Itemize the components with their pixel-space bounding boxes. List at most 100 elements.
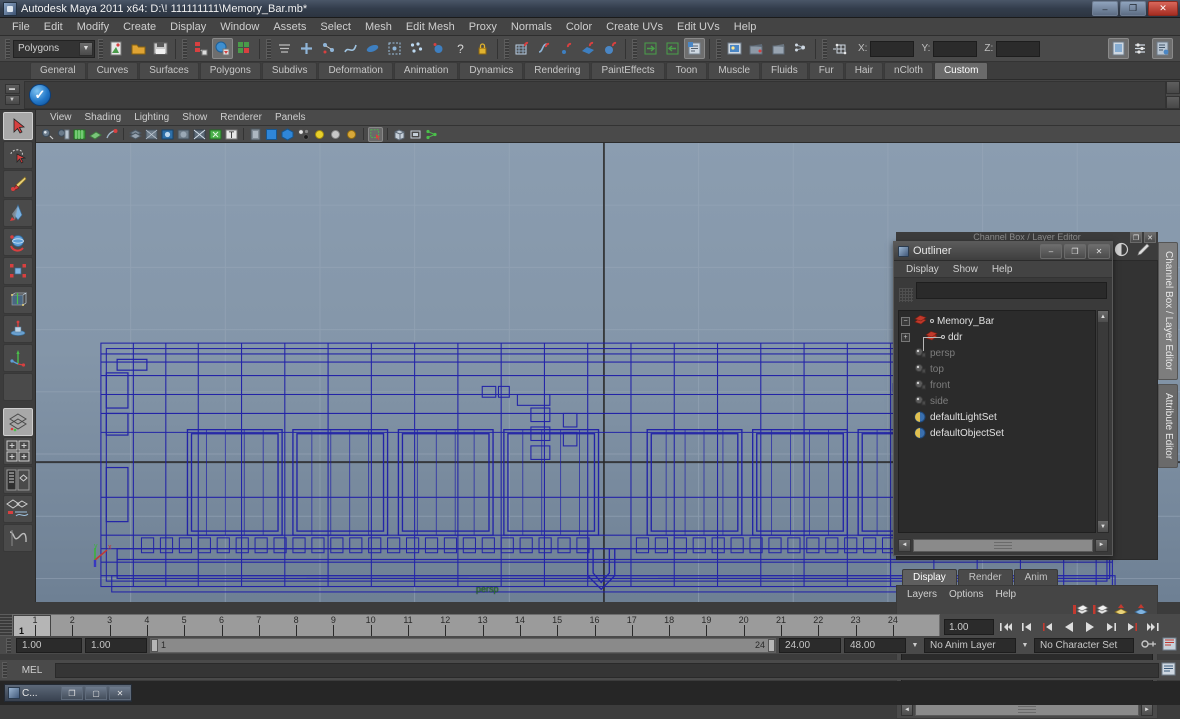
shelf-tab-ncloth[interactable]: nCloth — [884, 62, 933, 79]
taskbar-window-button[interactable]: C... ❐ ▢ ✕ — [4, 684, 132, 702]
save-scene-icon[interactable] — [150, 38, 171, 59]
shelf-scroll-down-icon[interactable]: ▼ — [4, 95, 20, 105]
shelf-tab-toon[interactable]: Toon — [665, 62, 708, 79]
snap-plane-icon[interactable] — [578, 38, 599, 59]
mask-edge-icon[interactable] — [318, 38, 339, 59]
snap-curve-icon[interactable] — [534, 38, 555, 59]
outliner-item-ddr[interactable]: + ddr — [899, 329, 1095, 351]
select-by-hierarchy-icon[interactable] — [190, 38, 211, 59]
construction-history-in-icon[interactable] — [640, 38, 661, 59]
go-to-end-icon[interactable] — [1144, 618, 1162, 636]
smooth-shade-selected-icon[interactable] — [160, 127, 175, 142]
open-scene-icon[interactable] — [128, 38, 149, 59]
menu-item-assets[interactable]: Assets — [266, 19, 313, 35]
mask-handle-icon[interactable] — [384, 38, 405, 59]
bounding-box-icon[interactable] — [392, 127, 407, 142]
universal-manipulator-tool[interactable] — [2, 286, 33, 314]
layer-tab-render[interactable]: Render — [957, 569, 1013, 585]
outliner-search-input[interactable] — [916, 282, 1107, 299]
film-gate-icon[interactable] — [104, 127, 119, 142]
outliner-item-persp[interactable]: persp — [899, 345, 1095, 361]
step-back-frame-icon[interactable] — [1039, 618, 1057, 636]
render-current-frame-icon[interactable] — [746, 38, 767, 59]
snap-grid-icon[interactable] — [512, 38, 533, 59]
step-forward-keyframe-icon[interactable] — [1123, 618, 1141, 636]
ipr-render-icon[interactable] — [768, 38, 789, 59]
chevron-down-icon[interactable]: ▼ — [79, 41, 93, 56]
menu-item-select[interactable]: Select — [313, 19, 358, 35]
toolbar-grip[interactable] — [5, 38, 10, 59]
soft-modification-tool[interactable] — [2, 315, 33, 343]
outliner-hscroll-track[interactable] — [913, 538, 1093, 552]
menu-item-edit-uvs[interactable]: Edit UVs — [670, 19, 727, 35]
shelf-tab-subdivs[interactable]: Subdivs — [261, 62, 318, 79]
outliner-minimize-button[interactable]: – — [1040, 243, 1062, 259]
menu-item-mesh[interactable]: Mesh — [358, 19, 399, 35]
shelf-tab-custom[interactable]: Custom — [933, 62, 989, 79]
channelbox-toggle-icon[interactable] — [1108, 38, 1129, 59]
shelf-tab-dynamics[interactable]: Dynamics — [459, 62, 524, 79]
x-input[interactable] — [870, 40, 915, 57]
shelf-tab-curves[interactable]: Curves — [86, 62, 139, 79]
channel-box-restore-button[interactable]: ❐ — [1130, 232, 1142, 243]
menu-item-edit-mesh[interactable]: Edit Mesh — [399, 19, 462, 35]
show-manipulator-tool[interactable] — [2, 344, 33, 372]
outliner-item-defaultLightSet[interactable]: defaultLightSet — [899, 409, 1095, 425]
auto-key-icon[interactable] — [1141, 637, 1157, 654]
snap-view-icon[interactable] — [600, 38, 621, 59]
expand-icon[interactable]: + — [901, 332, 910, 342]
range-left-handle[interactable] — [151, 638, 158, 652]
all-lights-icon[interactable] — [328, 127, 343, 142]
layer-scroll-track[interactable] — [915, 703, 1139, 716]
viewport-menu-panels[interactable]: Panels — [269, 111, 312, 124]
step-forward-frame-icon[interactable] — [1102, 618, 1120, 636]
render-globals-icon[interactable] — [790, 38, 811, 59]
shelf-scroll-buttons[interactable]: ▬ ▼ — [0, 81, 24, 109]
outliner-scroll-down-icon[interactable]: ▼ — [1098, 521, 1108, 532]
play-forwards-icon[interactable] — [1081, 618, 1099, 636]
select-camera-icon[interactable] — [40, 127, 55, 142]
layer-scroll-right-icon[interactable]: ► — [1141, 703, 1153, 716]
menu-item-modify[interactable]: Modify — [70, 19, 116, 35]
layer-tab-anim[interactable]: Anim — [1013, 569, 1059, 585]
menu-item-help[interactable]: Help — [727, 19, 764, 35]
shelf-tab-hair[interactable]: Hair — [844, 62, 884, 79]
shelf-tab-fluids[interactable]: Fluids — [761, 62, 808, 79]
outliner-tree[interactable]: − Memory_Bar + ddr persp top front side defaultL… — [898, 310, 1096, 533]
mask-uv-icon[interactable] — [362, 38, 383, 59]
character-set-field[interactable]: No Character Set — [1034, 637, 1134, 653]
single-perspective-layout[interactable] — [2, 408, 33, 436]
last-tool-used[interactable] — [2, 373, 33, 401]
shelf-tab-general[interactable]: General — [30, 62, 86, 79]
y-input[interactable] — [933, 40, 978, 57]
outliner-item-front[interactable]: front — [899, 377, 1095, 393]
pencil-icon[interactable] — [1135, 242, 1150, 260]
shelf-scroll-up-icon[interactable]: ▬ — [4, 84, 20, 94]
gray-light-icon[interactable] — [344, 127, 359, 142]
snap-point-icon[interactable] — [556, 38, 577, 59]
xray-joints-icon[interactable] — [296, 127, 311, 142]
z-input[interactable] — [996, 40, 1041, 57]
outliner-scroll-left-icon[interactable]: ◄ — [898, 538, 911, 552]
lock-icon[interactable] — [472, 38, 493, 59]
shelf-tab-painteffects[interactable]: PaintEffects — [591, 62, 665, 79]
paint-select-tool[interactable] — [2, 170, 33, 198]
range-bar[interactable]: 1 24 — [150, 637, 776, 653]
menu-item-normals[interactable]: Normals — [504, 19, 559, 35]
step-back-keyframe-icon[interactable] — [1018, 618, 1036, 636]
outliner-scroll-right-icon[interactable]: ► — [1095, 538, 1108, 552]
tool-settings-toggle-icon[interactable] — [1130, 38, 1151, 59]
isolate-select-icon[interactable] — [368, 126, 383, 142]
select-by-component-icon[interactable] — [234, 38, 255, 59]
menu-item-edit[interactable]: Edit — [37, 19, 70, 35]
render-settings-icon[interactable] — [684, 38, 705, 59]
attribute-editor-toggle-icon[interactable] — [1152, 38, 1173, 59]
toolbar-grip-7[interactable] — [716, 38, 721, 59]
layer-menu-help[interactable]: Help — [989, 588, 1022, 601]
smooth-shade-all-icon[interactable] — [144, 127, 159, 142]
move-tool[interactable] — [2, 199, 33, 227]
rotate-tool[interactable] — [2, 228, 33, 256]
menu-item-proxy[interactable]: Proxy — [462, 19, 504, 35]
shelf-right-buttons[interactable] — [1166, 80, 1180, 109]
anim-layer-chevron-icon[interactable]: ▼ — [1019, 638, 1031, 652]
